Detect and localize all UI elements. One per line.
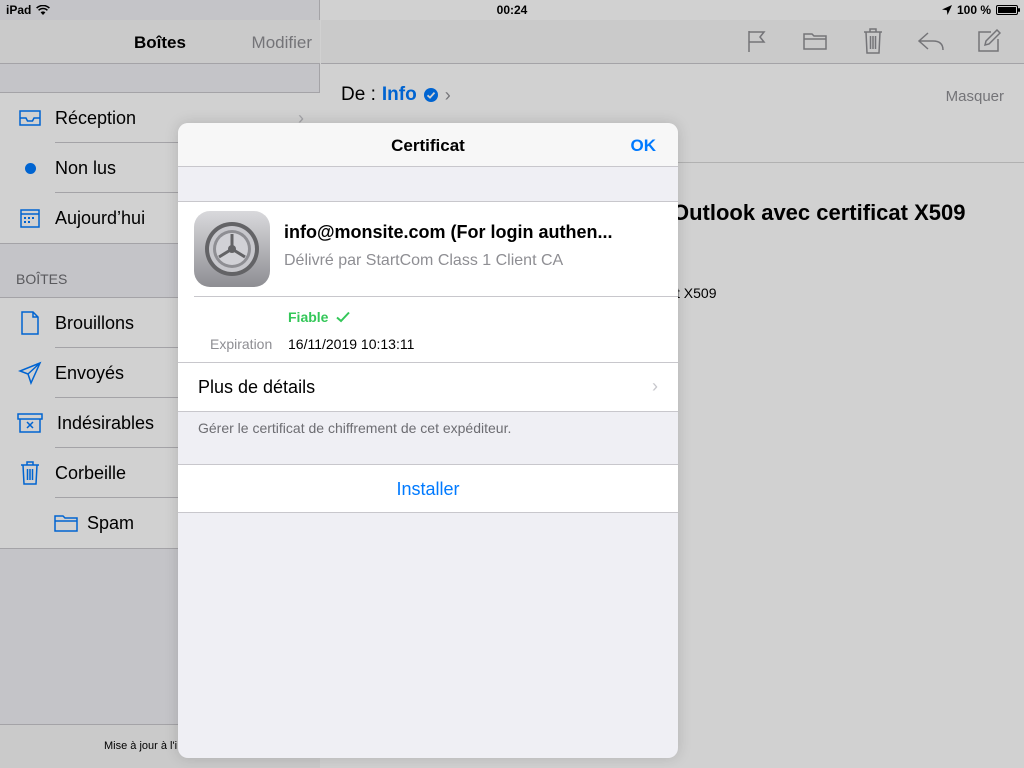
certificate-issuer: Délivré par StartCom Class 1 Client CA (284, 252, 564, 269)
battery-percent: 100 % (956, 3, 991, 17)
certificate-popover: Certificat OK info@monsite.com (For logi… (178, 123, 678, 758)
status-time: 00:24 (496, 3, 528, 17)
more-details-row[interactable]: Plus de détails (198, 377, 315, 398)
settings-gear-icon (194, 211, 270, 287)
checkmark-icon (336, 311, 351, 323)
location-arrow-icon (941, 5, 952, 15)
install-button[interactable]: Installer (178, 479, 678, 500)
card-divider (178, 362, 678, 363)
ok-button[interactable]: OK (631, 136, 657, 156)
certificate-name: info@monsite.com (For login authen... (284, 222, 613, 242)
trusted-label: Fiable (288, 309, 329, 325)
chevron-right-icon: › (652, 376, 658, 396)
status-right: 100 % (941, 3, 1020, 17)
expiration-value: 16/11/2019 10:13:11 (288, 336, 415, 352)
status-bar: iPad 00:24 100 % (0, 0, 1024, 20)
certificate-card: info@monsite.com (For login authen... Dé… (178, 201, 678, 412)
certificate-footnote: Gérer le certificat de chiffrement de ce… (198, 420, 512, 436)
popover-nav-bar: Certificat OK (178, 123, 678, 167)
expiration-label: Expiration (210, 336, 273, 352)
card-divider (194, 296, 678, 297)
trusted-status: Fiable (288, 309, 351, 325)
battery-icon (996, 5, 1020, 15)
battery-fill (998, 7, 1016, 13)
install-row: Installer (178, 464, 678, 513)
popover-title: Certificat (391, 136, 465, 155)
